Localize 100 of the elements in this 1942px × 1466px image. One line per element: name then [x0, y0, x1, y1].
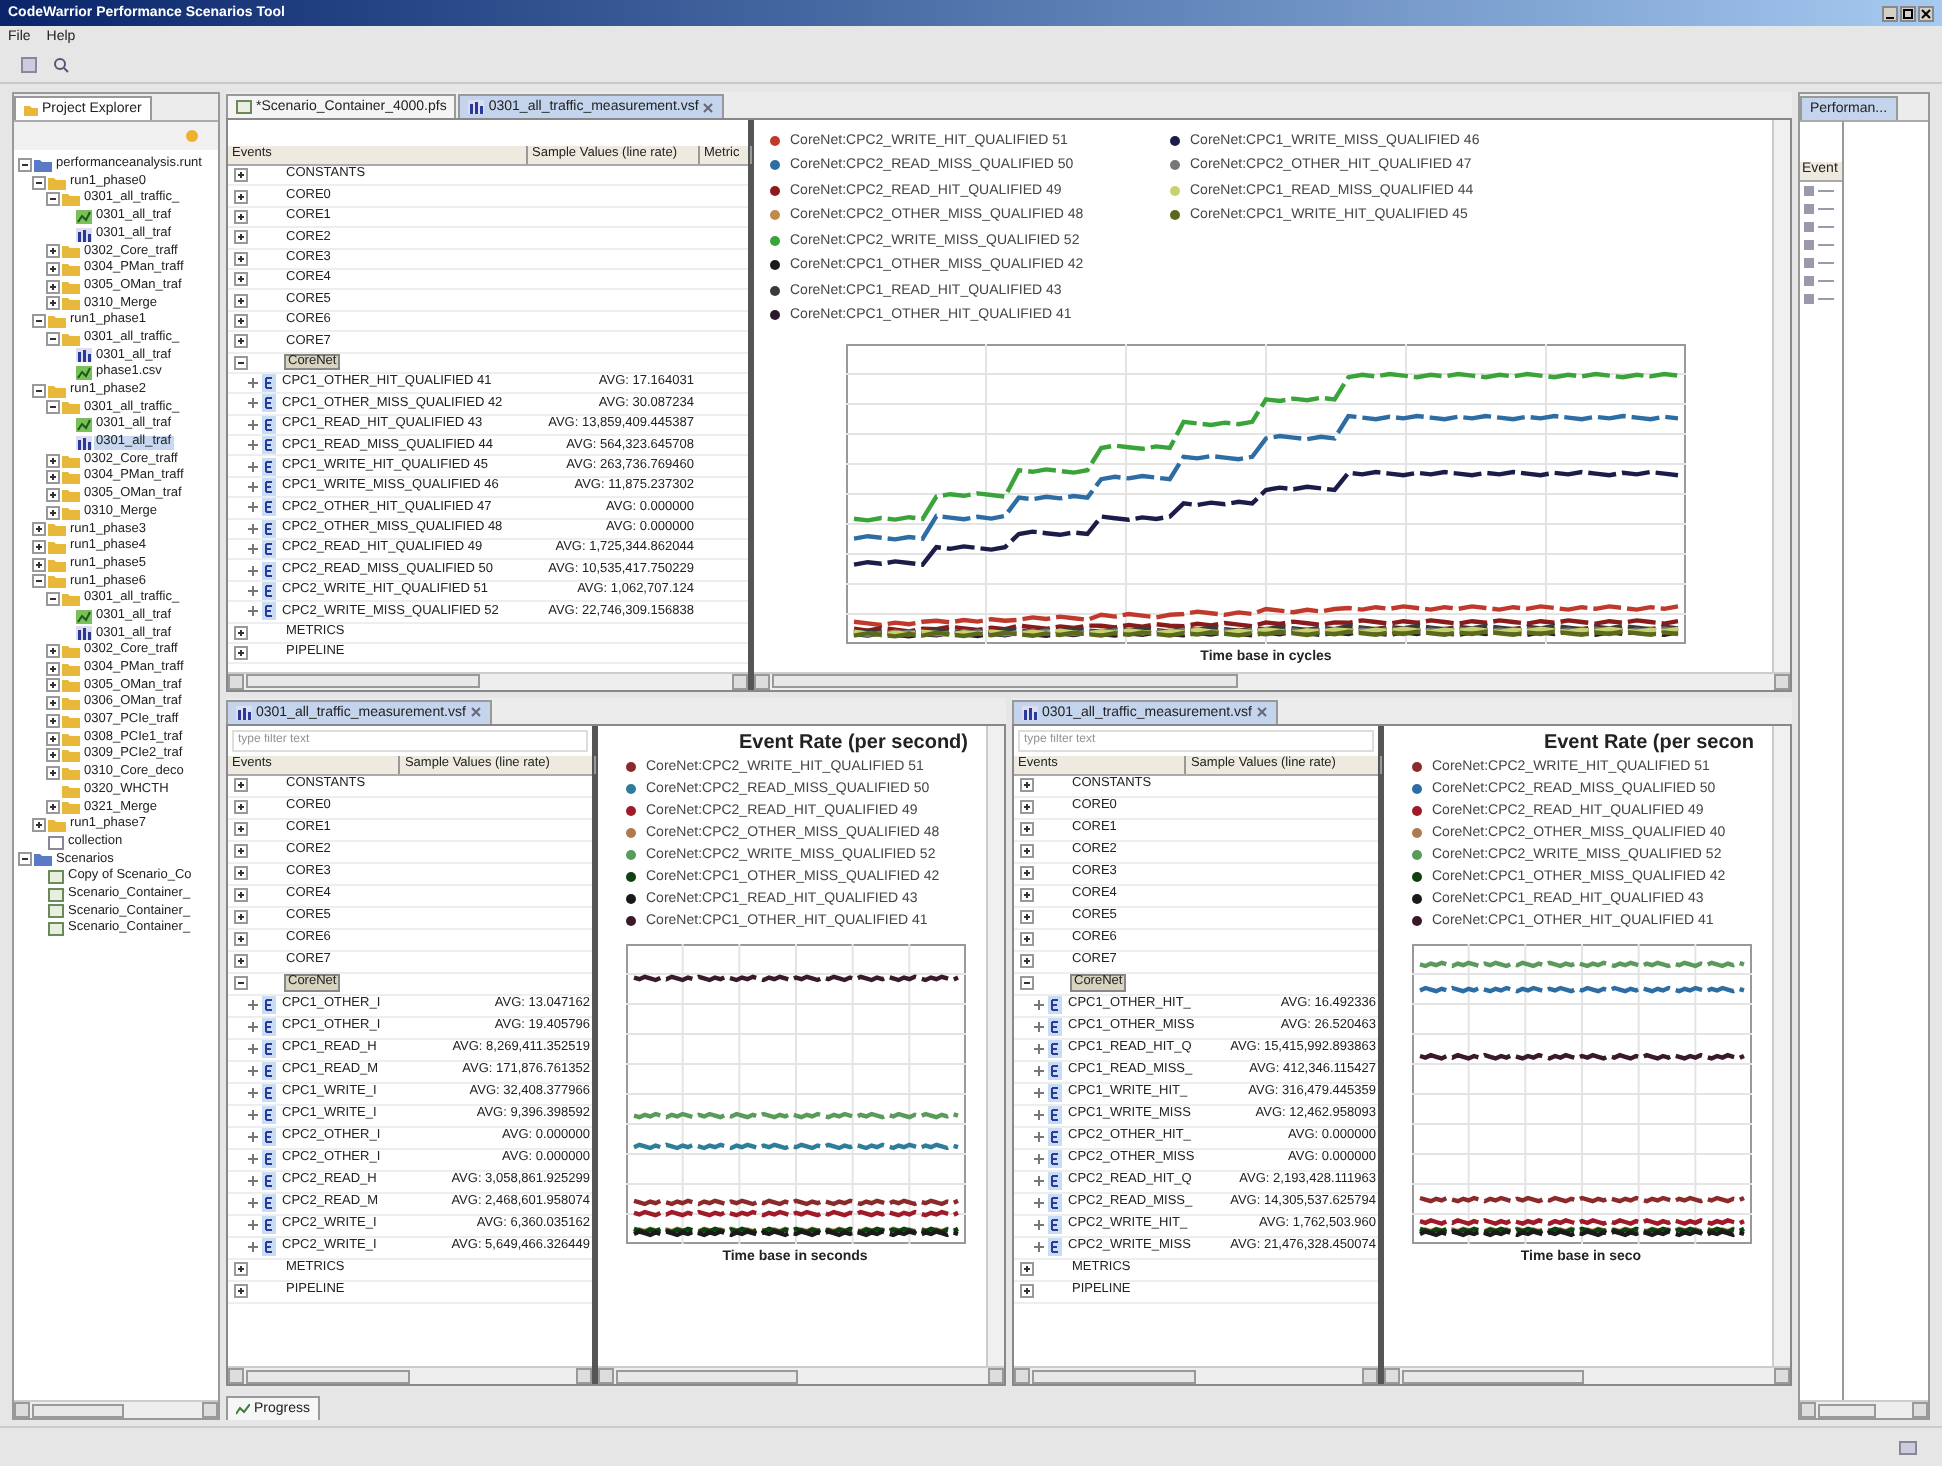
chart-icon	[236, 1403, 250, 1415]
horizontal-scrollbar[interactable]	[1800, 1400, 1928, 1418]
bar-chart-icon	[76, 348, 92, 363]
event-icon	[262, 1172, 276, 1191]
event-icon	[262, 1040, 276, 1059]
expand-icon	[1034, 1066, 1044, 1077]
expand-icon	[248, 461, 258, 472]
event-icon	[1048, 1216, 1062, 1235]
bar-chart-icon	[468, 100, 485, 114]
event-icon	[1048, 1172, 1062, 1191]
minimize-button[interactable]	[1882, 5, 1898, 21]
bar-chart-icon	[76, 626, 92, 641]
vertical-scrollbar[interactable]	[986, 725, 1004, 1367]
horizontal-scrollbar[interactable]	[1014, 1366, 1378, 1385]
expand-icon	[248, 565, 258, 576]
event-icon	[1048, 1106, 1062, 1125]
expand-icon	[1034, 1000, 1044, 1011]
expand-icon	[1034, 1242, 1044, 1253]
close-icon	[702, 101, 715, 113]
status-icon	[1898, 1439, 1918, 1455]
close-button[interactable]	[1918, 5, 1934, 21]
event-icon	[1048, 1040, 1062, 1059]
search-button[interactable]	[48, 53, 72, 77]
expand-icon	[248, 544, 258, 555]
toolbar-button[interactable]	[16, 53, 40, 77]
collapse-all-button[interactable]	[182, 126, 202, 146]
event-icon	[262, 1062, 276, 1081]
event-icon	[262, 1238, 276, 1257]
event-icon	[1048, 996, 1062, 1015]
expand-icon	[248, 1088, 258, 1099]
event-icon	[1048, 1238, 1062, 1257]
expand-icon	[1034, 1044, 1044, 1055]
event-icon	[262, 1084, 276, 1103]
document-icon	[48, 835, 64, 850]
expand-icon	[248, 1242, 258, 1253]
vertical-scrollbar[interactable]	[1772, 725, 1790, 1367]
folder-icon	[34, 852, 52, 867]
event-icon	[1048, 1128, 1062, 1147]
list-row-icon	[1800, 182, 1840, 200]
expand-icon	[248, 482, 258, 493]
expand-icon	[248, 419, 258, 430]
list-row-icon	[1800, 290, 1840, 308]
expand-icon	[248, 440, 258, 451]
document-icon	[236, 100, 252, 114]
expand-icon	[248, 1176, 258, 1187]
event-icon	[1048, 1084, 1062, 1103]
expand-icon	[248, 1198, 258, 1209]
list-row-icon	[1800, 200, 1840, 218]
expand-icon	[1034, 1154, 1044, 1165]
list-row-icon	[1800, 272, 1840, 290]
horizontal-scrollbar[interactable]	[1384, 1366, 1790, 1385]
vertical-scrollbar[interactable]	[1772, 120, 1790, 672]
expand-icon	[248, 1000, 258, 1011]
close-icon	[1920, 7, 1932, 19]
expand-icon	[1034, 1198, 1044, 1209]
expand-icon	[248, 1110, 258, 1121]
list-row-icon	[1800, 254, 1840, 272]
event-icon	[1048, 1018, 1062, 1037]
event-icon	[262, 1106, 276, 1125]
expand-icon	[1034, 1022, 1044, 1033]
bar-chart-icon	[1022, 705, 1038, 720]
event-icon	[1048, 1150, 1062, 1169]
chart-icon	[76, 366, 92, 381]
bar-chart-icon	[76, 435, 92, 450]
horizontal-scrollbar[interactable]	[228, 1366, 592, 1385]
maximize-button[interactable]	[1900, 5, 1916, 21]
event-icon	[1048, 1062, 1062, 1081]
expand-icon	[1034, 1088, 1044, 1099]
expand-icon	[248, 1220, 258, 1231]
horizontal-scrollbar[interactable]	[14, 1400, 218, 1418]
chart-title: Event Rate (per second)	[739, 733, 970, 754]
expand-icon	[248, 1132, 258, 1143]
expand-icon	[248, 586, 258, 596]
close-icon	[469, 706, 482, 719]
expand-icon	[248, 1066, 258, 1077]
folder-icon	[24, 103, 38, 115]
expand-icon	[248, 502, 258, 513]
horizontal-scrollbar[interactable]	[228, 671, 748, 690]
chart-icon	[76, 418, 92, 433]
list-row-icon	[1800, 236, 1840, 254]
expand-icon	[1034, 1110, 1044, 1121]
horizontal-scrollbar[interactable]	[598, 1366, 1004, 1385]
expand-icon	[248, 378, 258, 389]
expand-icon	[248, 398, 258, 409]
event-icon	[262, 1216, 276, 1235]
expand-icon	[248, 1044, 258, 1055]
event-icon	[262, 1018, 276, 1037]
list-row-icon	[1800, 218, 1840, 236]
bar-chart-icon	[236, 705, 252, 720]
chart-icon	[76, 609, 92, 624]
horizontal-scrollbar[interactable]	[754, 671, 1790, 690]
close-icon	[1255, 706, 1268, 719]
expand-icon	[1034, 1132, 1044, 1143]
event-icon	[1048, 1194, 1062, 1213]
expand-icon	[248, 606, 258, 617]
expand-icon	[248, 523, 258, 534]
maximize-icon	[1902, 7, 1914, 19]
event-icon	[262, 996, 276, 1015]
event-icon	[262, 1194, 276, 1213]
expand-icon	[248, 1154, 258, 1165]
